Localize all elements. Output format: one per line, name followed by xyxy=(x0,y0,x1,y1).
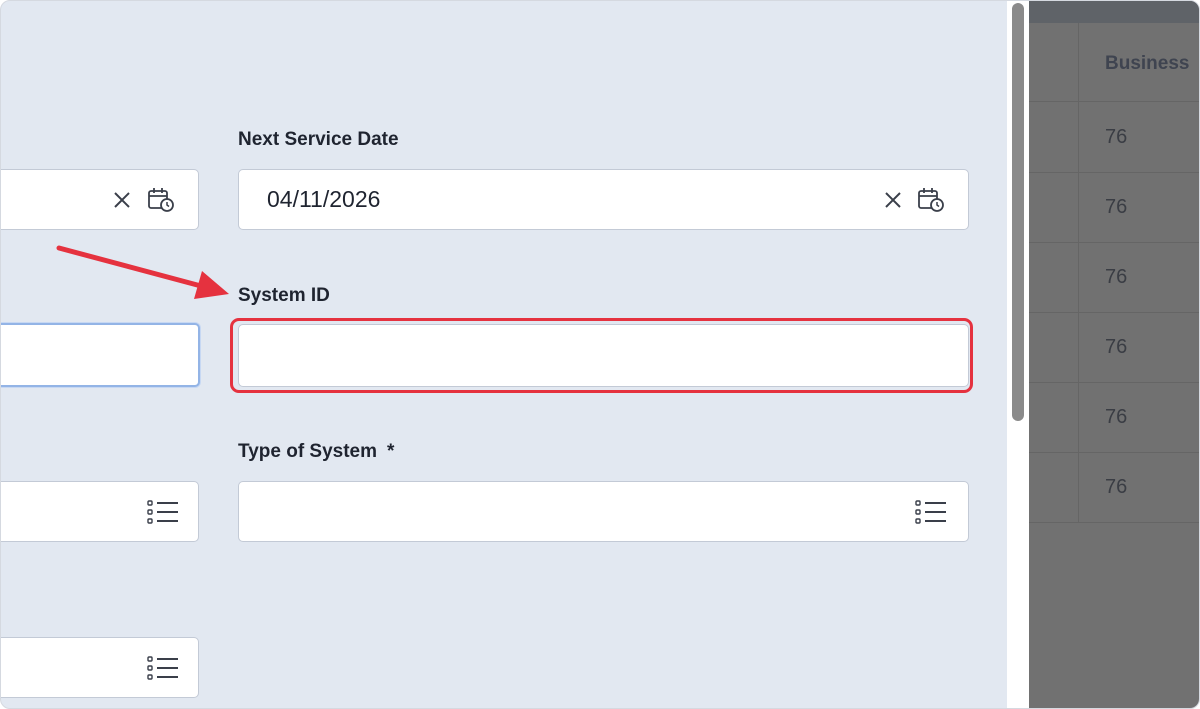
close-icon[interactable] xyxy=(112,190,132,210)
table-cell: 76 xyxy=(1105,126,1128,148)
system-id-input[interactable] xyxy=(239,325,968,386)
next-service-date-label: Next Service Date xyxy=(238,129,399,150)
background-table-topbar xyxy=(1029,1,1199,23)
type-of-system-label: Type of System * xyxy=(238,441,394,463)
table-cell: 76 xyxy=(1105,476,1128,498)
table-cell: 76 xyxy=(1105,336,1128,358)
table-header-business: Business xyxy=(1105,53,1190,74)
type-of-system-label-text: Type of System xyxy=(238,441,378,462)
table-cell: 76 xyxy=(1105,406,1128,428)
table-row: 76 xyxy=(1029,102,1199,173)
left-select-field-2[interactable] xyxy=(1,637,199,698)
table-row: 76 xyxy=(1029,382,1199,453)
system-id-label: System ID xyxy=(238,285,330,306)
calendar-clock-icon[interactable] xyxy=(147,187,175,213)
type-of-system-select[interactable] xyxy=(238,481,969,542)
list-icon[interactable] xyxy=(915,499,947,525)
left-date-field[interactable] xyxy=(1,169,199,230)
calendar-clock-icon[interactable] xyxy=(917,187,945,213)
next-service-date-field[interactable] xyxy=(238,169,969,230)
list-icon[interactable] xyxy=(147,499,179,525)
table-cell: 76 xyxy=(1105,266,1128,288)
left-text-field[interactable] xyxy=(1,323,200,387)
table-row: 76 xyxy=(1029,242,1199,313)
left-select-field[interactable] xyxy=(1,481,199,542)
background-table: Business 76 76 76 76 76 76 xyxy=(1029,1,1199,708)
scrollbar[interactable] xyxy=(1007,1,1029,708)
table-row: 76 xyxy=(1029,172,1199,243)
list-icon[interactable] xyxy=(147,655,179,681)
table-cell: 76 xyxy=(1105,196,1128,218)
required-asterisk: * xyxy=(387,441,395,462)
form-panel: Next Service Date System ID Type of Syst… xyxy=(0,0,1200,709)
table-row: 76 xyxy=(1029,312,1199,383)
close-icon[interactable] xyxy=(883,190,903,210)
scrollbar-thumb[interactable] xyxy=(1012,3,1024,421)
table-row: 76 xyxy=(1029,452,1199,523)
next-service-date-input[interactable] xyxy=(239,170,968,229)
system-id-field[interactable] xyxy=(238,324,969,387)
